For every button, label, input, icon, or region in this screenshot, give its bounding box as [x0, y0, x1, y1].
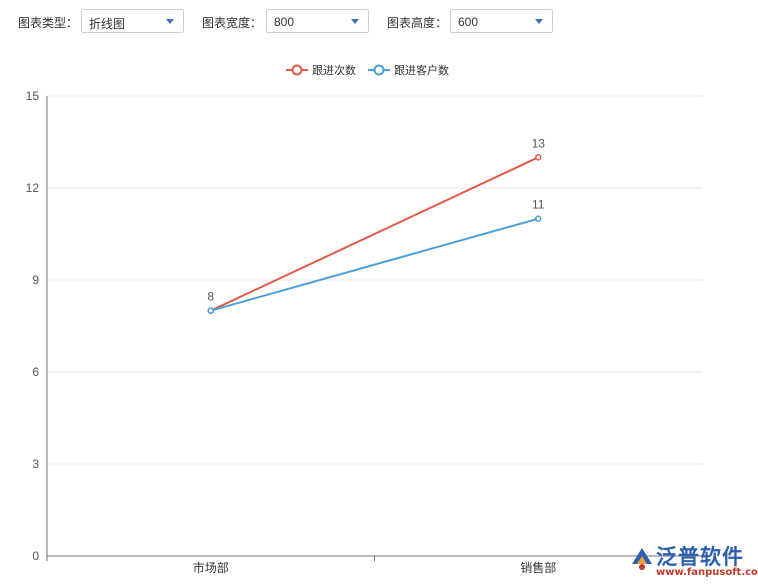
line-chart: 0 3 6 9 12 15 市场部 销售部 13 8 11 跟进次数 跟进客户数 — [26, 63, 703, 575]
data-point — [207, 307, 214, 314]
legend-swatch-marker — [291, 64, 303, 76]
y-tick-label: 15 — [26, 89, 40, 103]
brand-watermark: 泛普软件 www.fanpusoft.com — [626, 540, 758, 582]
data-label: 11 — [532, 198, 545, 212]
legend-label: 跟进客户数 — [394, 63, 449, 77]
brand-url: www.fanpusoft.com — [656, 567, 758, 578]
x-tick-label: 销售部 — [520, 560, 556, 575]
y-tick-label: 9 — [32, 273, 39, 287]
y-tick-label: 3 — [32, 457, 39, 471]
data-point — [535, 215, 542, 222]
y-tick-label: 12 — [26, 181, 40, 195]
series-line — [210, 156, 539, 312]
series-line — [210, 217, 539, 312]
y-tick-label: 0 — [32, 549, 39, 563]
data-label: 13 — [532, 136, 546, 150]
x-tick-label: 市场部 — [193, 560, 229, 575]
data-label: 8 — [207, 290, 214, 304]
brand-logo-icon — [632, 548, 652, 570]
legend-swatch-marker — [373, 64, 385, 76]
data-point — [535, 154, 542, 161]
legend-label: 跟进次数 — [312, 63, 356, 77]
y-tick-label: 6 — [32, 365, 39, 379]
